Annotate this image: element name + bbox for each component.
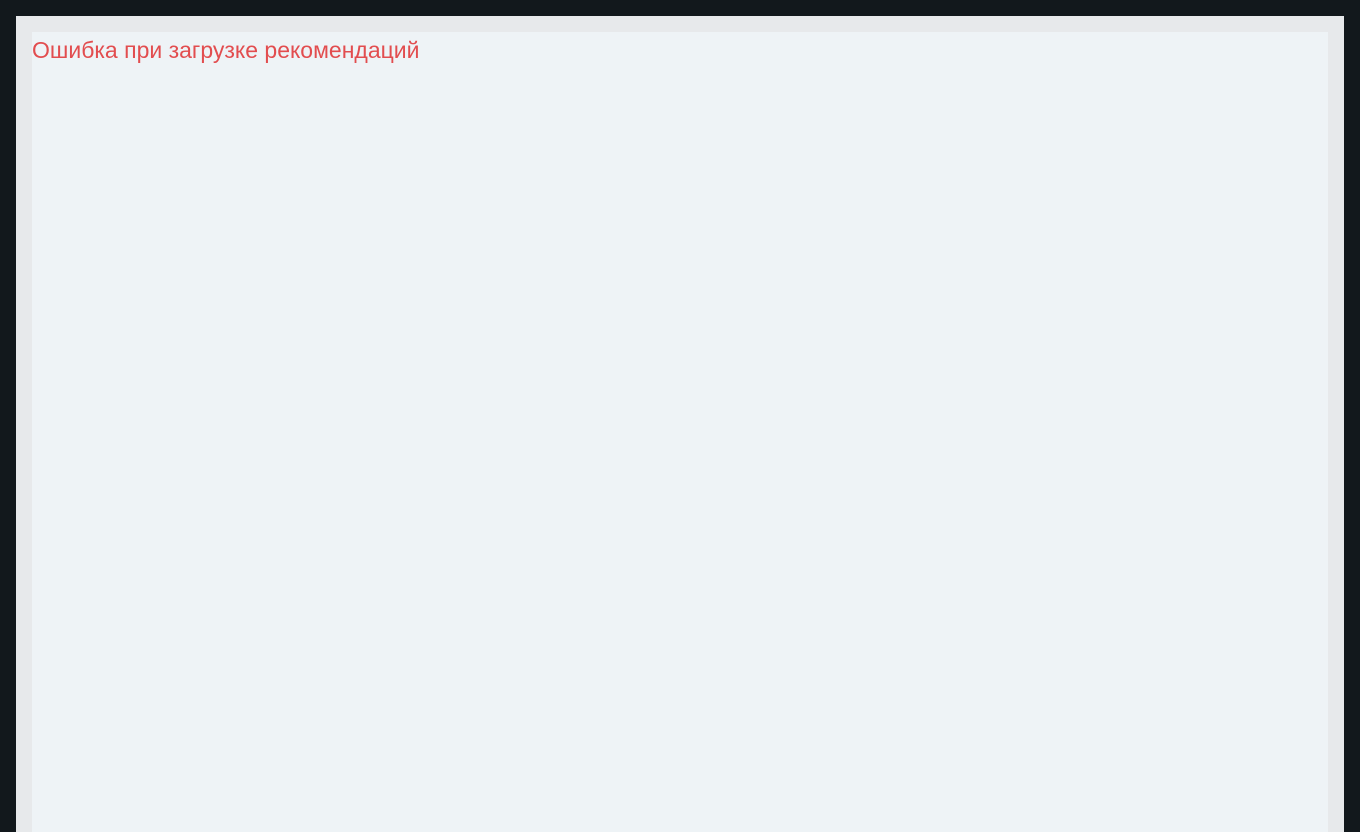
recommendations-panel: Ошибка при загрузке рекомендаций xyxy=(32,32,1328,832)
recommendations-error-message: Ошибка при загрузке рекомендаций xyxy=(32,37,420,63)
app-frame: Ошибка при загрузке рекомендаций xyxy=(16,16,1344,832)
